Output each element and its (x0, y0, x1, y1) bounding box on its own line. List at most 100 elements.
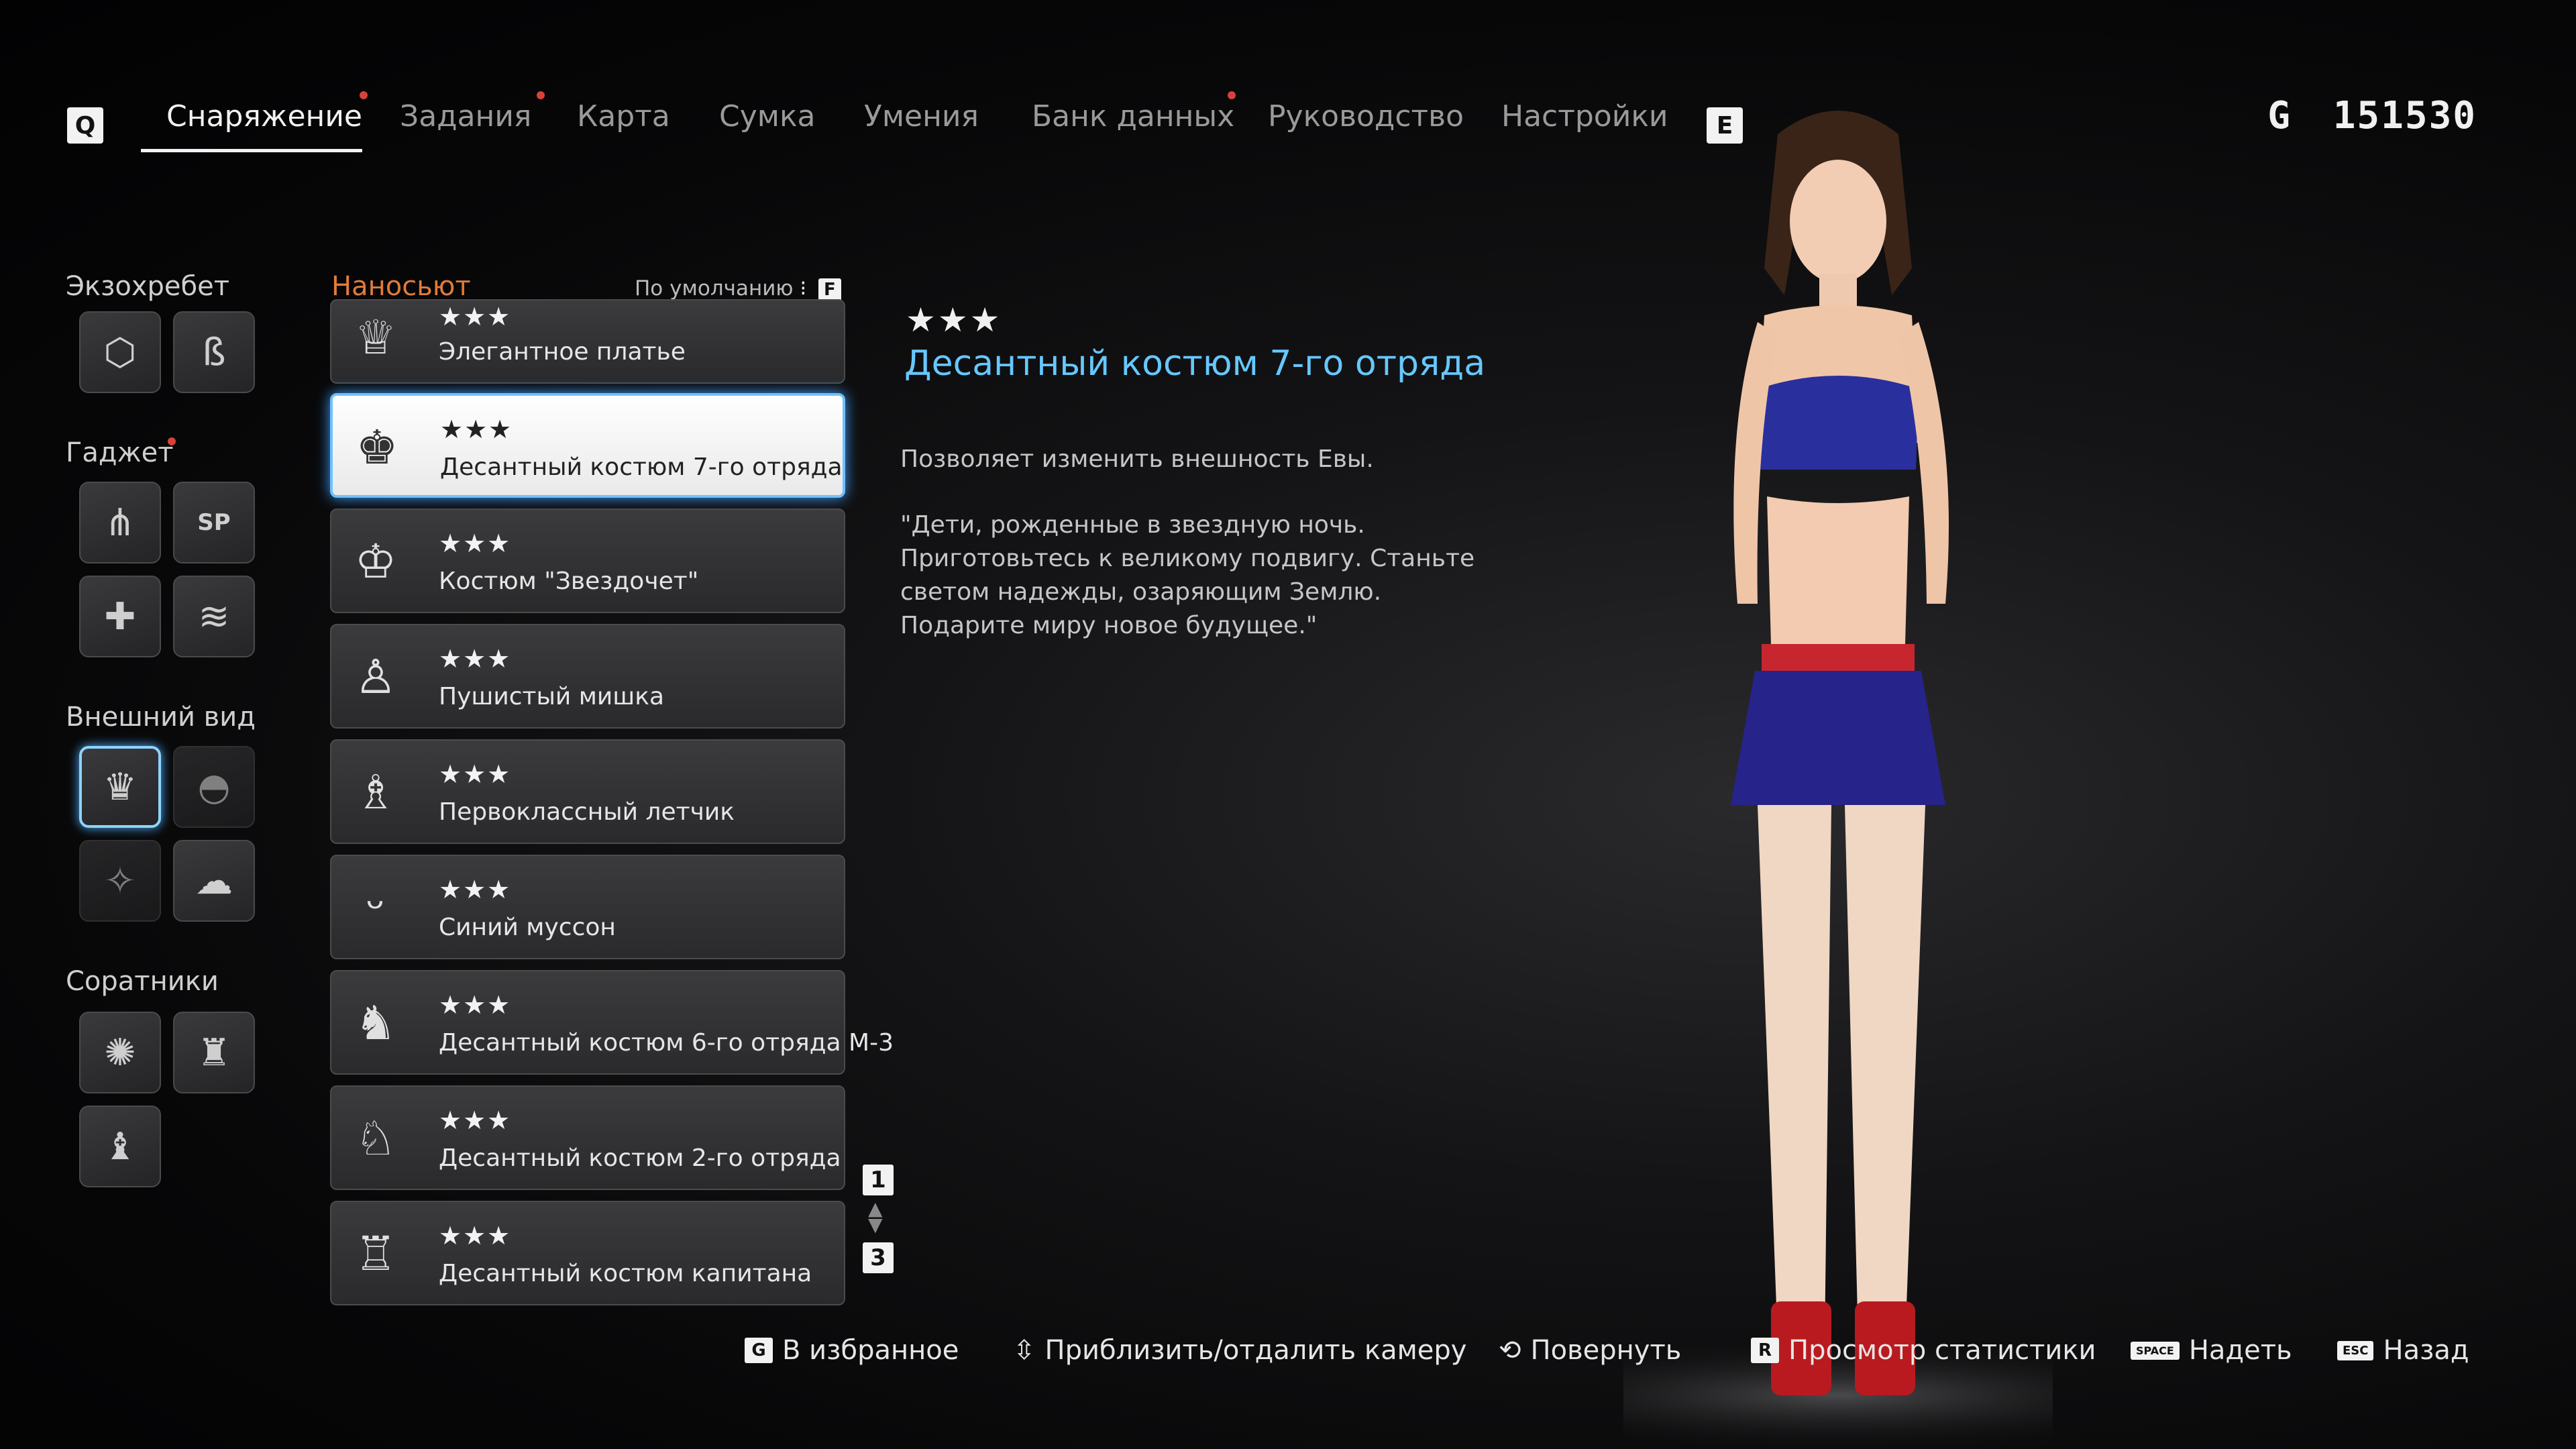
currency-symbol: G (2267, 94, 2292, 138)
captain-suit-icon: ♖ (354, 1226, 397, 1281)
list-item[interactable]: ᵕ ★★★ Синий муссон (330, 855, 845, 959)
hint-favorite[interactable]: G В избранное (745, 1335, 959, 1366)
medkit-icon: ✚ (104, 594, 136, 639)
item-name: Первоклассный летчик (439, 798, 735, 826)
gadget-slot-1[interactable]: ⋔ (79, 482, 161, 564)
outfit-icon: ♛ (103, 765, 138, 809)
item-stars: ★★★ (440, 415, 513, 444)
exospine-slot-1[interactable]: ⬡ (79, 311, 161, 393)
page-down-key[interactable]: 3 (863, 1242, 894, 1273)
list-item[interactable]: ♞ ★★★ Десантный костюм 6-го отряда М-3 (330, 970, 894, 1075)
sp-hexagon-icon: SP (197, 509, 231, 536)
hint-favorite-key: G (745, 1338, 773, 1363)
item-stars: ★★★ (439, 875, 512, 904)
gadget-slot-4[interactable]: ≋ (173, 576, 255, 657)
tab-bag[interactable]: Сумка (719, 99, 816, 133)
sort-key-hint[interactable]: F (818, 278, 841, 301)
character-model[interactable] (1623, 94, 2053, 1449)
category-gadget-label: Гаджет (66, 437, 174, 468)
tab-skills[interactable]: Умения (864, 99, 979, 133)
hint-equip-key: SPACE (2131, 1341, 2180, 1360)
tab-databank[interactable]: Банк данных (1032, 99, 1234, 133)
hint-zoom-camera[interactable]: ⇳ Приблизить/отдалить камеру (1013, 1335, 1466, 1366)
squad2-suit-icon: ♘ (354, 1111, 397, 1166)
page-up-key[interactable]: 1 (863, 1165, 894, 1195)
list-item[interactable]: ♔ ★★★ Костюм "Звездочет" (330, 508, 845, 613)
detail-stars: ★★★ (906, 301, 1002, 339)
category-appearance-label: Внешний вид (66, 702, 256, 733)
companion-outfit-icon: ♜ (197, 1030, 231, 1075)
companion-slot-1[interactable]: ✺ (79, 1012, 161, 1093)
stargazer-suit-icon: ♔ (354, 534, 397, 589)
hint-back-label: Назад (2383, 1335, 2469, 1366)
tab-equipment-notification-dot (360, 91, 368, 99)
list-header: Наносьют (331, 271, 471, 302)
list-item[interactable]: ♖ ★★★ Десантный костюм капитана (330, 1201, 845, 1305)
list-item[interactable]: ♗ ★★★ Первоклассный летчик (330, 739, 845, 844)
hint-zoom-camera-label: Приблизить/отдалить камеру (1044, 1335, 1467, 1366)
tab-databank-notification-dot (1228, 91, 1236, 99)
exospine-slot-2[interactable]: ß (173, 311, 255, 393)
rank-chevron-icon: ≋ (198, 594, 230, 639)
hint-back[interactable]: ESC Назад (2337, 1335, 2469, 1366)
list-item[interactable]: ♘ ★★★ Десантный костюм 2-го отряда (330, 1085, 845, 1190)
companion-slot-3[interactable]: ♝ (79, 1106, 161, 1187)
appearance-slot-glasses[interactable]: ◓ (173, 746, 255, 828)
appearance-slot-hair[interactable]: ☁ (173, 840, 255, 922)
hint-favorite-label: В избранное (782, 1335, 959, 1366)
q-key-hint[interactable]: Q (67, 107, 103, 144)
page-scroll-arrows-icon: ▲ ▼ (868, 1197, 883, 1236)
appearance-slot-accessory[interactable]: ✧ (79, 840, 161, 922)
gadget-notification-dot (168, 437, 176, 445)
squad7-suit-icon: ♚ (356, 420, 398, 475)
exospine-b-emblem-icon: ß (202, 330, 226, 374)
exospine-emblem-icon: ⬡ (103, 330, 137, 374)
hairstyle-icon: ☁ (195, 859, 233, 903)
detail-description: Позволяет изменить внешность Евы. (900, 445, 1374, 473)
gadget-slot-2[interactable]: SP (173, 482, 255, 564)
item-stars: ★★★ (439, 529, 512, 558)
hint-equip[interactable]: SPACE Надеть (2131, 1335, 2292, 1366)
list-item[interactable]: ♙ ★★★ Пушистый мишка (330, 624, 845, 729)
item-stars: ★★★ (439, 1221, 512, 1250)
item-stars: ★★★ (439, 1106, 512, 1135)
item-name: Костюм "Звездочет" (439, 568, 699, 595)
mouse-wheel-icon: ⇳ (1013, 1335, 1036, 1366)
hint-back-key: ESC (2337, 1340, 2374, 1360)
tab-quests[interactable]: Задания (400, 99, 531, 133)
companion-slot-2[interactable]: ♜ (173, 1012, 255, 1093)
sunglasses-icon: ◓ (197, 765, 231, 809)
list-item-selected[interactable]: ♚ ★★★ Десантный костюм 7-го отряда (330, 393, 845, 498)
drone-claw-icon: ⋔ (104, 500, 136, 545)
hint-view-stats-key: R (1751, 1338, 1779, 1363)
tab-guide[interactable]: Руководство (1268, 99, 1464, 133)
item-name: Десантный костюм 6-го отряда М-3 (439, 1029, 894, 1057)
currency-value: 151530 (2332, 94, 2477, 138)
list-item[interactable]: ♕ ★★★ Элегантное платье (330, 299, 845, 384)
sort-toggle-icon: ⁝ (800, 276, 807, 301)
squad6-suit-icon: ♞ (354, 996, 397, 1051)
fluffy-bear-icon: ♙ (354, 649, 397, 704)
currency-display: G 151530 (2267, 94, 2477, 138)
hint-view-stats-label: Просмотр статистики (1788, 1335, 2096, 1366)
hint-view-stats[interactable]: R Просмотр статистики (1751, 1335, 2096, 1366)
appearance-slot-outfit[interactable]: ♛ (79, 746, 161, 828)
hint-rotate[interactable]: ⟲ Повернуть (1499, 1335, 1681, 1366)
item-name: Десантный костюм 7-го отряда (440, 453, 843, 481)
item-name: Синий муссон (439, 914, 616, 941)
sort-label[interactable]: По умолчанию ⁝ F (635, 276, 841, 301)
gadget-slot-3[interactable]: ✚ (79, 576, 161, 657)
tab-map[interactable]: Карта (577, 99, 670, 133)
companion-jacket-icon: ♝ (103, 1124, 138, 1169)
tab-quests-notification-dot (537, 91, 545, 99)
item-name: Десантный костюм 2-го отряда (439, 1144, 841, 1172)
active-tab-underline (141, 149, 362, 152)
sparkle-icon: ✧ (104, 859, 136, 903)
sort-label-text: По умолчанию (635, 276, 794, 301)
tab-equipment[interactable]: Снаряжение (166, 99, 362, 133)
pilot-suit-icon: ♗ (354, 765, 397, 820)
hint-equip-label: Надеть (2188, 1335, 2292, 1366)
dress-icon: ♕ (354, 310, 397, 365)
category-companions-label: Соратники (66, 966, 219, 997)
mouse-drag-icon: ⟲ (1499, 1335, 1521, 1366)
